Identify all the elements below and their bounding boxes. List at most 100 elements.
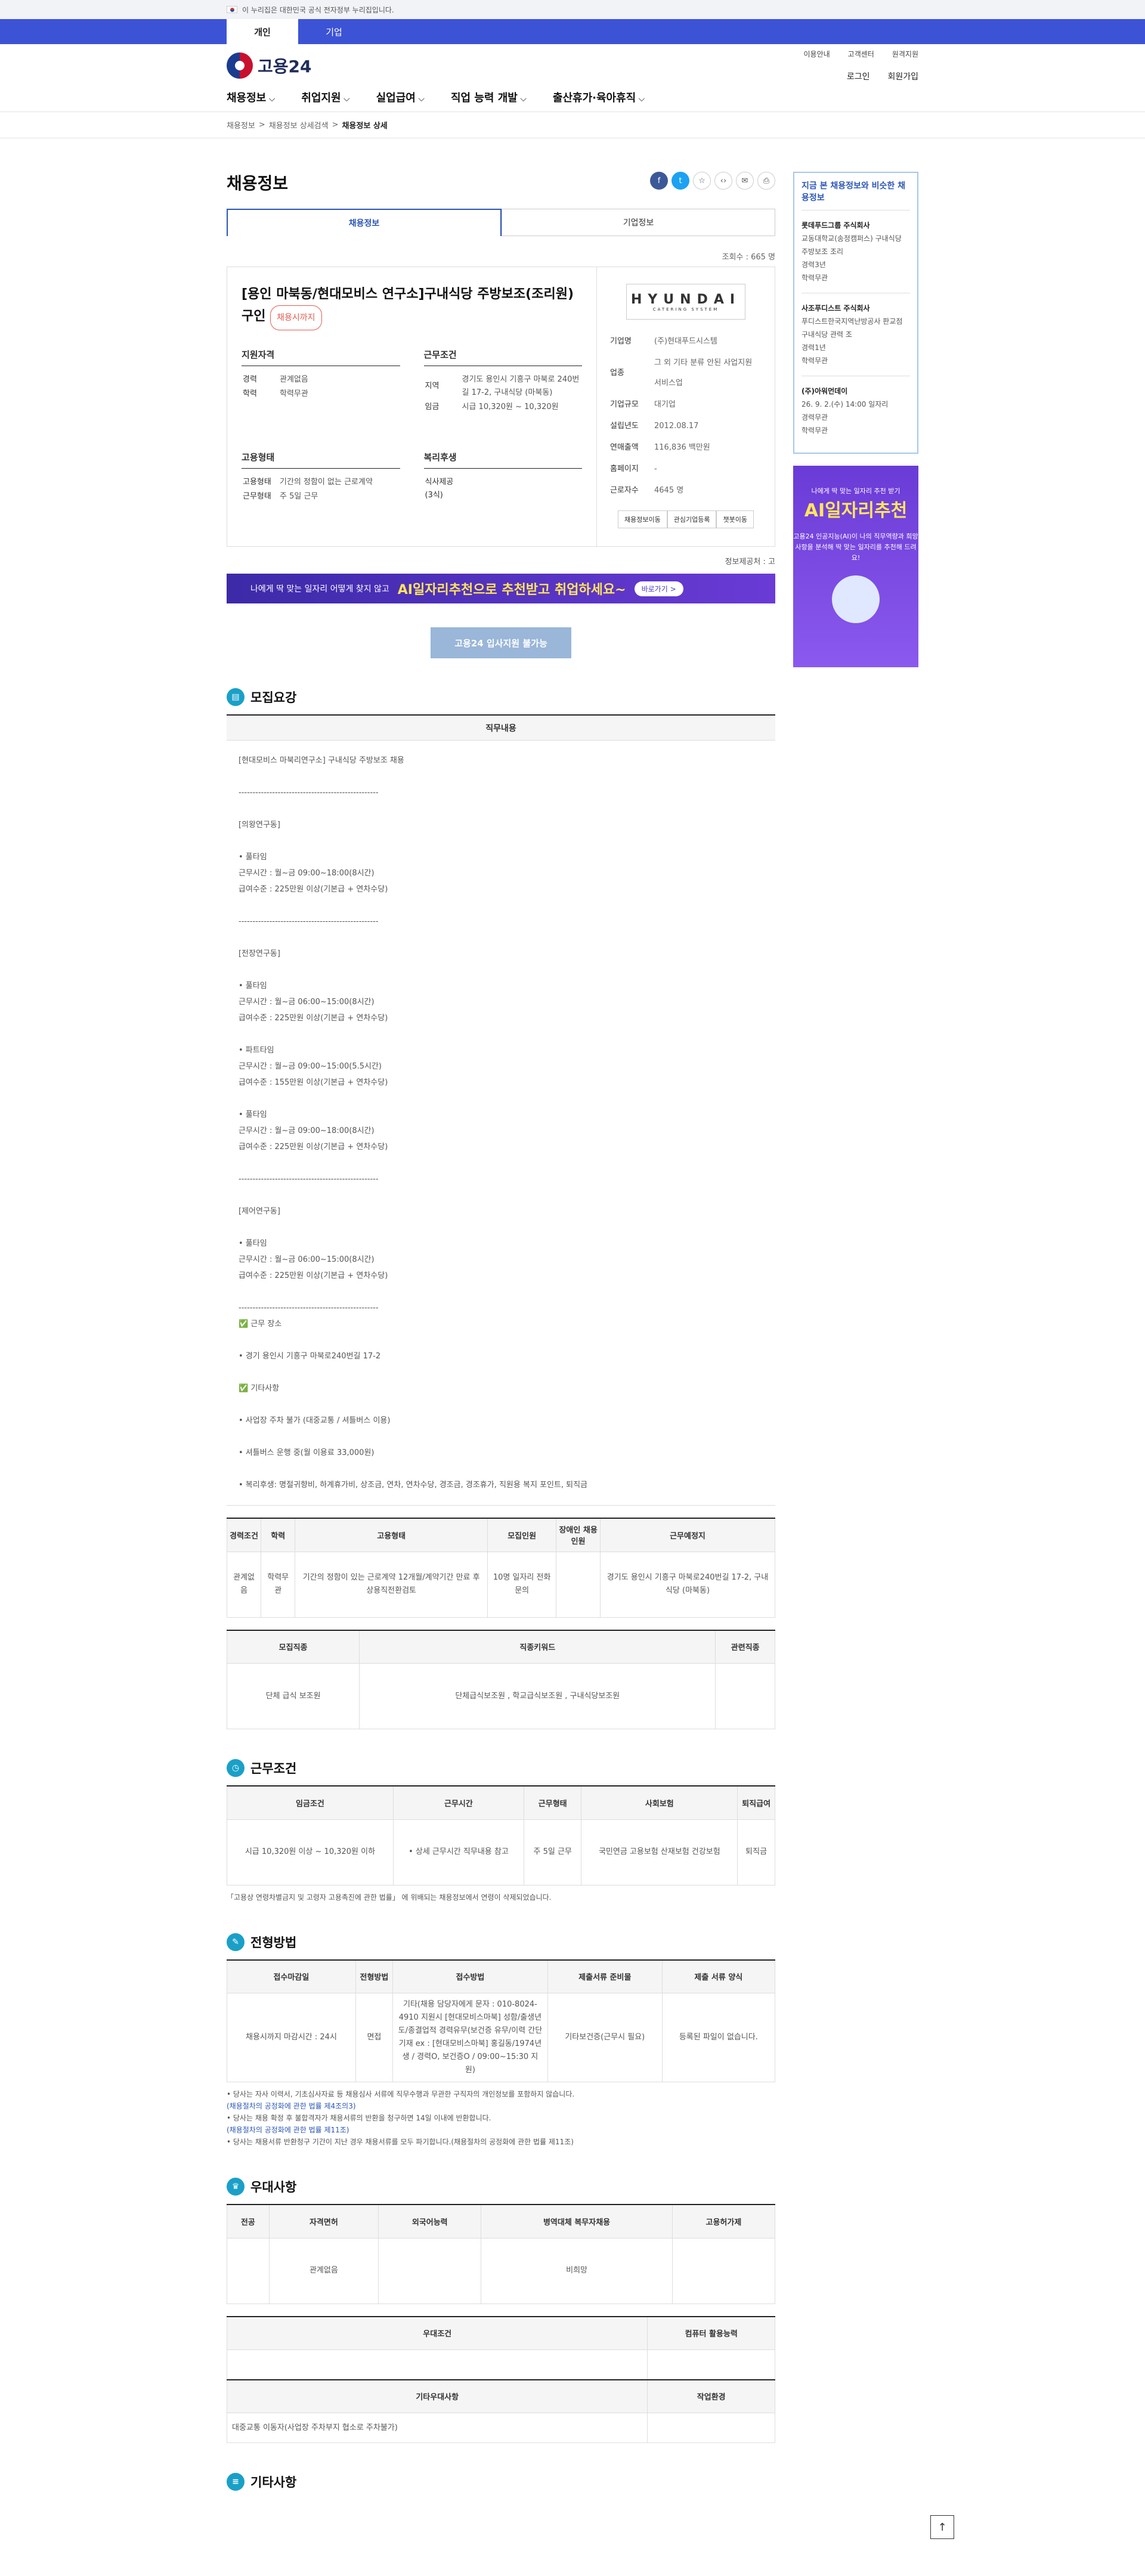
company-logo: HYUNDAI CATERING SYSTEM: [626, 284, 745, 320]
gov-bar: 이 누리집은 대한민국 공식 전자정부 누리집입니다.: [0, 0, 1145, 19]
breadcrumb: 채용정보 > 채용정보 상세검색 > 채용정보 상세: [0, 112, 1145, 138]
status-badge: 채용시까지: [270, 305, 322, 330]
td: [226, 2349, 648, 2380]
td: [227, 2237, 270, 2304]
td: 학력무관: [261, 1551, 296, 1618]
logo[interactable]: 고용24: [227, 52, 312, 79]
nav-leave[interactable]: 출산휴가·육아휴직: [553, 89, 645, 105]
ai-banner[interactable]: 나에게 딱 맞는 일자리 어떻게 찾지 않고 AI일자리추천으로 추천받고 취업하…: [227, 574, 775, 603]
job-card: [용인 마북동/현대모비스 연구소]구내식당 주방보조(조리원) 구인 채용시까…: [227, 267, 775, 547]
emp-head: 고용형태: [242, 451, 400, 469]
side-item[interactable]: 롯데푸드그룹 주식회사 교동대학교(송정캠퍼스) 구내식당 주방보조 조리 경력3년…: [802, 210, 910, 293]
th: 장애인 채용인원: [556, 1518, 601, 1552]
c-val: 그 외 기타 분류 안된 사업지원 서비스업: [654, 358, 753, 388]
star-icon[interactable]: ☆: [693, 172, 711, 190]
section-title: 기타사항: [250, 2475, 297, 2490]
clock-icon: ◷: [227, 1759, 245, 1777]
mail-icon[interactable]: ✉: [736, 172, 754, 190]
print-icon[interactable]: ⎙: [757, 172, 775, 190]
edu-key: 학력: [243, 389, 257, 398]
tab-company[interactable]: 기업: [298, 19, 370, 44]
link-guide[interactable]: 이용안내: [803, 49, 830, 59]
s-t: 26. 9. 2.(수) 14:00 일자리: [802, 400, 889, 408]
login-button[interactable]: 로그인: [847, 70, 870, 82]
apply-table: 접수마감일 전형방법 접수방법 제출서류 준비물 제출 서류 양식 채용시까지 마감시간…: [227, 1959, 776, 2082]
apply-button[interactable]: 고용24 입사지원 불가능: [431, 627, 571, 658]
chatbot-button[interactable]: 챗봇이동: [716, 510, 754, 528]
career-val: 관계없음: [280, 375, 308, 384]
s-co: 롯데푸드그룹 주식회사: [802, 221, 870, 230]
pref-table: 전공 자격면허 외국어능력 병역대체 복무자채용 고용허가제 관계없음 비희망: [227, 2204, 776, 2304]
main-nav: 채용정보 취업지원 실업급여 직업 능력 개발 출산휴가·육아휴직: [0, 82, 1145, 112]
company-table: 기업명 (주)현대푸드시스템 업종 그 외 기타 분류 안된 사업지원 서비스업 기…: [609, 330, 763, 502]
td: [715, 1663, 775, 1729]
welfare-val: 식사제공(3식): [425, 478, 454, 500]
sidebar: 지금 본 채용정보와 비슷한 채용정보 롯데푸드그룹 주식회사 교동대학교(송정캠…: [793, 172, 918, 667]
tab-companyinfo[interactable]: 기업정보: [502, 209, 775, 236]
section-title: 우대사항: [250, 2180, 297, 2194]
c-val: (주)현대푸드시스템: [654, 337, 717, 346]
c-val: -: [654, 465, 657, 473]
td: 관계없음: [226, 1551, 262, 1618]
link-help[interactable]: 고객센터: [848, 49, 874, 59]
td: 경기도 용인시 기흥구 마북로240번길 17-2, 구내식당 (마북동): [600, 1551, 775, 1618]
note-link[interactable]: (채용절차의 공정화에 관한 법률 제11조): [227, 2126, 349, 2134]
tab-personal[interactable]: 개인: [227, 19, 298, 44]
nav-support[interactable]: 취업지원: [301, 89, 349, 105]
join-button[interactable]: 회원가입: [887, 70, 918, 82]
work-table: 임금조건 근무시간 근무형태 사회보험 퇴직급여 시급 10,320원 이상 ~ 10,…: [227, 1785, 775, 1885]
facebook-icon[interactable]: f: [650, 172, 668, 190]
ai-ad[interactable]: 나에게 딱 맞는 일자리 추천 받기 AI일자리추천 고용24 인공지능(AI)이 …: [793, 466, 918, 667]
td: 채용시까지 마감시간 : 24시: [227, 1993, 356, 2082]
th: 전형방법: [355, 1959, 393, 1993]
td: [556, 1551, 601, 1618]
cond-head: 근무조건: [423, 348, 582, 366]
note: • 당사는 채용서류 반환청구 기간이 지난 경우 채용서류를 모두 파기합니다…: [227, 2138, 574, 2146]
bc-2[interactable]: 채용정보 상세검색: [269, 119, 329, 131]
banner-go[interactable]: 바로가기 >: [634, 581, 683, 596]
th: 모집인원: [487, 1518, 557, 1552]
th: 관련직종: [715, 1629, 775, 1664]
c-val: 4645 명: [654, 486, 684, 495]
twitter-icon[interactable]: t: [671, 172, 689, 190]
tab-jobinfo[interactable]: 채용정보: [227, 209, 502, 236]
bc-1[interactable]: 채용정보: [227, 119, 255, 131]
th: 근무시간: [392, 1785, 524, 1820]
s-e: 학력무관: [802, 357, 828, 365]
th: 경력조건: [226, 1518, 262, 1552]
th: 사회보험: [581, 1785, 738, 1820]
embed-icon[interactable]: ‹›: [714, 172, 732, 190]
worktime-key: 근무형태: [243, 492, 271, 501]
emptype-key: 고용형태: [243, 478, 271, 487]
welfare-head: 복리후생: [423, 451, 582, 469]
nav-training[interactable]: 직업 능력 개발: [451, 89, 527, 105]
bc-3: 채용정보 상세: [342, 122, 388, 131]
th: 고용형태: [295, 1518, 488, 1552]
scroll-top-button[interactable]: ↑: [930, 2515, 954, 2539]
link-remote[interactable]: 원격지원: [892, 49, 918, 59]
ad-big: AI일자리추천: [804, 500, 908, 521]
th: 제출 서류 양식: [661, 1959, 776, 1993]
th: 접수방법: [392, 1959, 548, 1993]
td: [671, 2237, 776, 2304]
side-item[interactable]: 사조푸디스트 주식회사 푸디스트한국지역난방공사 판교점 구내식당 관력 조 경력1…: [802, 293, 910, 376]
company-logo-text: HYUNDAI: [630, 292, 741, 307]
th: 전공: [227, 2204, 270, 2238]
td: • 상세 근무시간 직무내용 참고: [392, 1819, 524, 1885]
side-head: 지금 본 채용정보와 비슷한 채용정보: [802, 181, 906, 203]
section-title: 모집요강: [250, 691, 297, 705]
trophy-icon: ♛: [227, 2178, 245, 2196]
pref-table-2: 우대조건 컴퓨터 활용능력 기타우대사항 작업환경 대중교통 이동자(사업장 주차부…: [226, 2315, 775, 2443]
nav-unemployment[interactable]: 실업급여: [376, 89, 425, 105]
side-item[interactable]: (주)아워먼데이 26. 9. 2.(수) 14:00 일자리 경력무관 학력무관: [802, 376, 910, 445]
c-key: 근로자수: [610, 486, 639, 495]
td: 비희망: [481, 2237, 673, 2304]
job-move-button[interactable]: 채용정보이동: [618, 510, 667, 528]
td: [378, 2237, 482, 2304]
td: 단체 급식 보조원: [226, 1663, 360, 1729]
nav-jobs[interactable]: 채용정보: [227, 89, 275, 105]
info-icon: ≡: [227, 2473, 245, 2491]
qual-head: 지원자격: [242, 348, 400, 366]
fav-company-button[interactable]: 관심기업등록: [667, 510, 717, 528]
note-link[interactable]: (채용절차의 공정화에 관한 법률 제4조의3): [227, 2102, 356, 2110]
